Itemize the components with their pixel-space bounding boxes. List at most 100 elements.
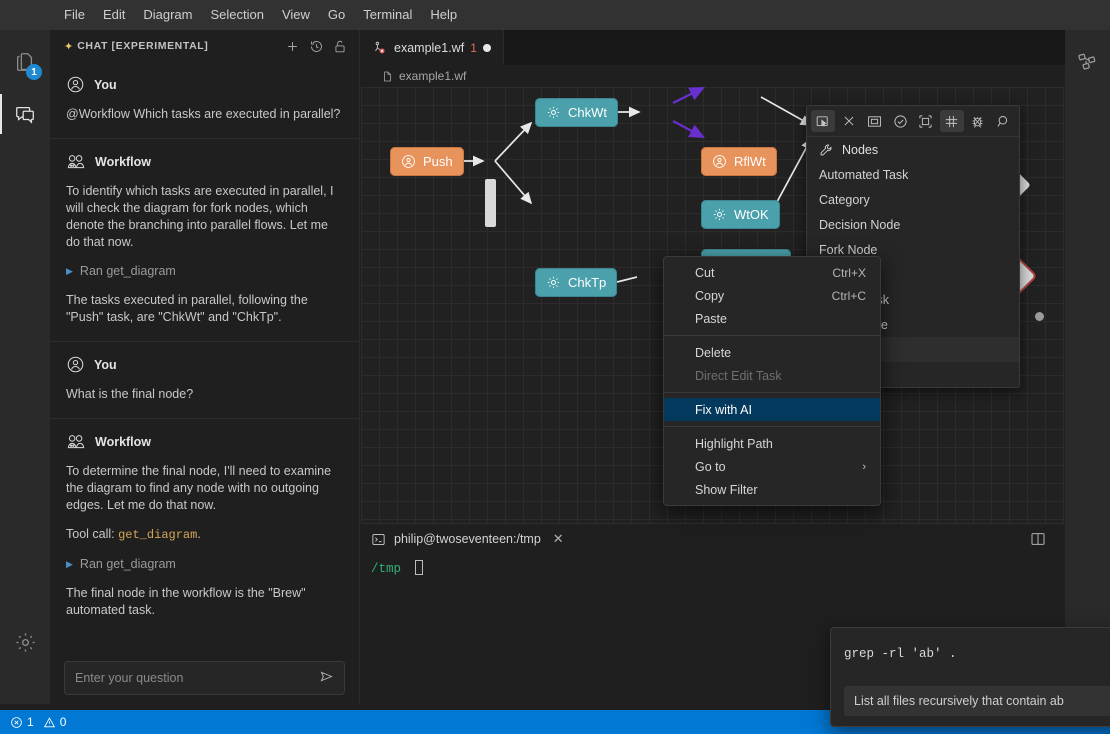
terminal-tab[interactable]: philip@twoseventeen:/tmp ✕ bbox=[371, 531, 564, 547]
diagram-node-rflwt[interactable]: RflWt bbox=[701, 147, 777, 176]
diagram-node-push[interactable]: Push bbox=[390, 147, 464, 176]
context-menu-separator bbox=[664, 335, 880, 336]
chat-input-area: Enter your question bbox=[50, 652, 359, 704]
tool-run-row[interactable]: ▶ Ran get_diagram bbox=[66, 263, 343, 280]
menu-help[interactable]: Help bbox=[421, 4, 466, 26]
chat-message-body: To determine the final node, I'll need t… bbox=[66, 463, 343, 619]
diagram-node-wtok[interactable]: WtOK bbox=[701, 200, 780, 229]
chat-message: Workflow To determine the final node, I'… bbox=[50, 418, 359, 634]
fork-bar-node[interactable] bbox=[485, 179, 496, 227]
suggestion-input-value: List all files recursively that contain … bbox=[854, 694, 1064, 708]
context-menu-item-fix-with-ai[interactable]: Fix with AI bbox=[664, 398, 880, 421]
terminal-tab-bar: philip@twoseventeen:/tmp ✕ bbox=[361, 524, 1065, 554]
diagram-node-chkwt[interactable]: ChkWt bbox=[535, 98, 618, 127]
validate-tool-icon[interactable] bbox=[888, 110, 912, 132]
palette-item-label: Decision Node bbox=[819, 217, 901, 232]
breadcrumb[interactable]: example1.wf bbox=[361, 65, 1065, 87]
editor-tab-bar: example1.wf 1 bbox=[361, 30, 1065, 65]
context-menu-label: Highlight Path bbox=[695, 436, 773, 451]
diagram-node-chktp[interactable]: ChkTp bbox=[535, 268, 618, 297]
menu-terminal[interactable]: Terminal bbox=[354, 4, 421, 26]
chat-paragraph: To identify which tasks are executed in … bbox=[66, 184, 334, 249]
palette-item-automated-task[interactable]: Automated Task bbox=[807, 162, 1019, 187]
suggestion-prompt-input[interactable]: List all files recursively that contain … bbox=[844, 686, 1110, 716]
context-menu-item-direct-edit-task: Direct Edit Task bbox=[664, 364, 880, 387]
chat-message-list[interactable]: You @Workflow Which tasks are executed i… bbox=[50, 62, 359, 652]
marquee-tool-icon[interactable] bbox=[863, 110, 887, 132]
context-menu-item-go-to[interactable]: Go to › bbox=[664, 455, 880, 478]
chat-message-body: What is the final node? bbox=[66, 386, 343, 403]
node-label: ChkWt bbox=[568, 105, 607, 120]
chat-header: ✦ CHAT [EXPERIMENTAL] bbox=[50, 30, 359, 62]
person-icon bbox=[402, 155, 415, 168]
outline-graph-button[interactable] bbox=[1065, 42, 1110, 84]
breadcrumb-label: example1.wf bbox=[399, 69, 467, 83]
ai-command-suggestion: grep -rl 'ab' . ✕ List all files recursi… bbox=[830, 627, 1110, 727]
select-tool-icon[interactable] bbox=[811, 110, 835, 132]
status-bar-left: 1 0 bbox=[10, 715, 66, 729]
resize-handle[interactable] bbox=[1035, 312, 1044, 321]
terminal-icon bbox=[372, 533, 385, 545]
send-icon[interactable] bbox=[319, 669, 334, 687]
close-icon[interactable]: ✕ bbox=[553, 531, 564, 547]
chat-panel: ✦ CHAT [EXPERIMENTAL] You @Workflow Whic… bbox=[50, 30, 360, 704]
palette-item-category[interactable]: Category bbox=[807, 187, 1019, 212]
zoom-tool-icon[interactable] bbox=[991, 110, 1015, 132]
chat-input[interactable]: Enter your question bbox=[64, 661, 345, 695]
context-menu-label: Show Filter bbox=[695, 482, 758, 497]
context-menu-item-highlight-path[interactable]: Highlight Path bbox=[664, 432, 880, 455]
palette-item-decision-node[interactable]: Decision Node bbox=[807, 212, 1019, 237]
activity-item-chat[interactable] bbox=[0, 88, 50, 140]
menu-go[interactable]: Go bbox=[319, 4, 354, 26]
grid-tool-icon[interactable] bbox=[939, 110, 964, 132]
context-menu-separator bbox=[664, 426, 880, 427]
new-chat-button[interactable] bbox=[281, 35, 303, 57]
chat-paragraph: To determine the final node, I'll need t… bbox=[66, 464, 332, 512]
terminal-output[interactable]: /tmp bbox=[361, 554, 1065, 576]
activity-item-settings[interactable] bbox=[0, 616, 50, 668]
fit-tool-icon[interactable] bbox=[914, 110, 938, 132]
menu-diagram[interactable]: Diagram bbox=[134, 4, 201, 26]
editor-tab[interactable]: example1.wf 1 bbox=[361, 30, 504, 65]
chat-message: You @Workflow Which tasks are executed i… bbox=[50, 62, 359, 138]
context-menu-item-delete[interactable]: Delete bbox=[664, 341, 880, 364]
tool-run-label: Ran get_diagram bbox=[79, 557, 176, 571]
terminal-prompt: /tmp bbox=[371, 562, 402, 576]
context-menu-item-cut[interactable]: Cut Ctrl+X bbox=[664, 261, 880, 284]
status-problems[interactable]: 1 0 bbox=[10, 715, 66, 729]
gear-icon bbox=[713, 208, 726, 221]
chat-message-header: Workflow bbox=[66, 152, 343, 171]
activity-item-explorer[interactable]: 1 bbox=[0, 36, 50, 88]
context-menu-item-paste[interactable]: Paste bbox=[664, 307, 880, 330]
palette-section-nodes[interactable]: Nodes bbox=[807, 137, 1019, 162]
debug-tool-icon[interactable] bbox=[966, 110, 990, 132]
chat-history-button[interactable] bbox=[305, 35, 327, 57]
chat-paragraph: The final node in the workflow is the "B… bbox=[66, 586, 306, 617]
context-menu-shortcut: Ctrl+X bbox=[832, 265, 866, 280]
menu-edit[interactable]: Edit bbox=[94, 4, 134, 26]
chat-author: Workflow bbox=[95, 154, 152, 169]
delete-tool-icon[interactable] bbox=[837, 110, 861, 132]
workflow-avatar-icon bbox=[67, 435, 85, 449]
context-menu-shortcut: Ctrl+C bbox=[831, 288, 866, 303]
chat-message-header: Workflow bbox=[66, 432, 343, 451]
menu-view[interactable]: View bbox=[273, 4, 319, 26]
chat-lock-button[interactable] bbox=[329, 35, 351, 57]
menu-selection[interactable]: Selection bbox=[201, 4, 272, 26]
context-menu-item-copy[interactable]: Copy Ctrl+C bbox=[664, 284, 880, 307]
secondary-side-bar bbox=[1065, 30, 1110, 704]
user-avatar-icon bbox=[67, 356, 84, 373]
context-menu-separator bbox=[664, 392, 880, 393]
chevron-right-icon: ▶ bbox=[66, 559, 73, 569]
menu-file[interactable]: File bbox=[55, 4, 94, 26]
context-menu-item-show-filter[interactable]: Show Filter bbox=[664, 478, 880, 501]
status-error-count: 1 bbox=[27, 715, 34, 729]
split-panel-button[interactable] bbox=[1027, 528, 1049, 550]
chat-paragraph: The tasks executed in parallel, followin… bbox=[66, 293, 308, 324]
menu-bar-spacer bbox=[0, 0, 55, 30]
chat-author: You bbox=[94, 77, 117, 92]
tool-run-row[interactable]: ▶ Ran get_diagram bbox=[66, 556, 343, 573]
tool-run-label: Ran get_diagram bbox=[79, 264, 176, 278]
chat-author: Workflow bbox=[95, 434, 152, 449]
tool-call-suffix: . bbox=[197, 527, 201, 541]
